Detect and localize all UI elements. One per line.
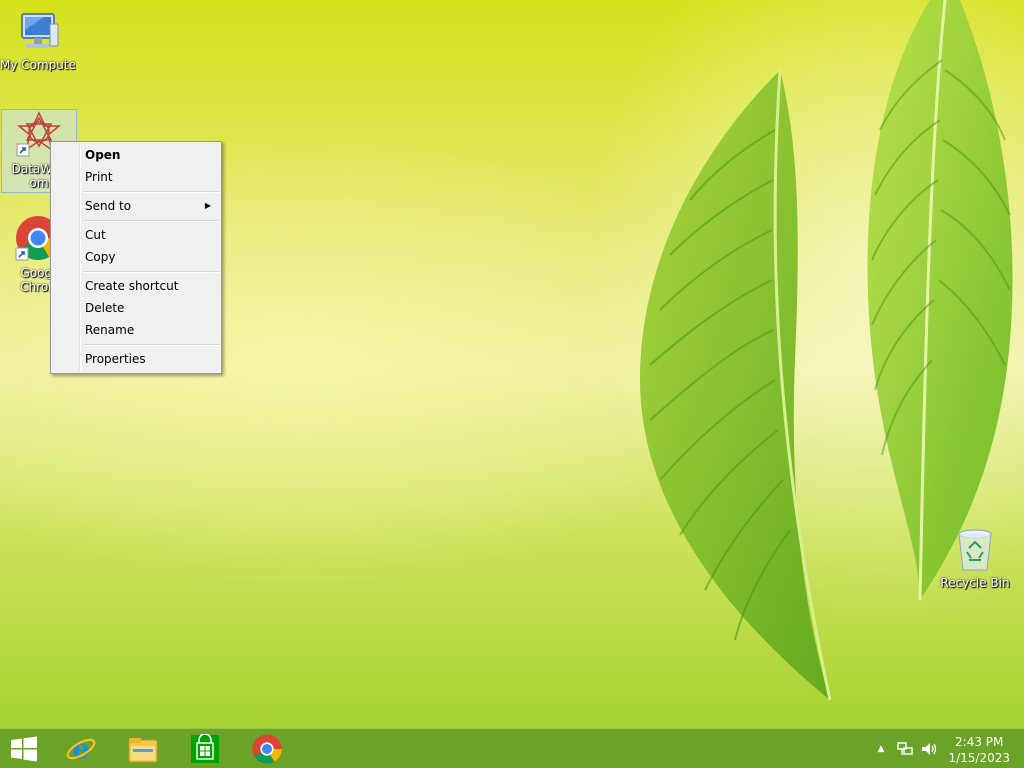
taskbar-clock[interactable]: 2:43 PM 1/15/2023 — [948, 734, 1010, 766]
menu-item-delete[interactable]: Delete — [51, 297, 221, 319]
chrome-icon — [252, 734, 282, 764]
clock-time: 2:43 PM — [955, 735, 1004, 749]
start-icon — [11, 736, 37, 762]
system-tray: ▲ — [874, 729, 938, 768]
desktop-icon-my-computer[interactable]: My Computer — [0, 8, 76, 72]
volume-icon[interactable] — [920, 741, 938, 757]
taskbar: e ▲ 2:43 PM 1/15/2023 — [0, 728, 1024, 768]
file-explorer-icon — [128, 738, 158, 763]
menu-item-create-shortcut[interactable]: Create shortcut — [51, 275, 221, 297]
menu-separator — [51, 268, 221, 275]
menu-item-label: Send to — [85, 199, 132, 213]
taskbar-file-explorer[interactable] — [113, 729, 173, 768]
submenu-arrow-icon: ▶ — [204, 201, 211, 210]
menu-separator — [51, 341, 221, 348]
svg-text:e: e — [72, 733, 90, 765]
context-menu: Open Print Send to ▶ Cut Copy Create sho… — [50, 141, 222, 374]
computer-icon — [21, 13, 59, 48]
menu-item-copy[interactable]: Copy — [51, 246, 221, 268]
desktop[interactable]: My Computer DataWag om Googl Chron Recyc… — [0, 0, 1024, 728]
menu-item-send-to[interactable]: Send to ▶ — [51, 195, 221, 217]
desktop-icon-label: Recycle Bin — [940, 576, 1010, 590]
menu-separator — [51, 217, 221, 224]
internet-explorer-icon: e — [66, 733, 96, 765]
network-icon[interactable] — [896, 741, 914, 757]
clock-date: 1/15/2023 — [948, 751, 1010, 765]
taskbar-chrome[interactable] — [237, 729, 297, 768]
desktop-icon-recycle-bin[interactable]: Recycle Bin — [937, 526, 1013, 590]
taskbar-store[interactable] — [175, 729, 235, 768]
menu-item-rename[interactable]: Rename — [51, 319, 221, 341]
store-icon — [191, 734, 219, 763]
menu-item-open[interactable]: Open — [51, 144, 221, 166]
menu-item-properties[interactable]: Properties — [51, 348, 221, 370]
menu-item-print[interactable]: Print — [51, 166, 221, 188]
recycle-bin-icon — [958, 529, 992, 571]
taskbar-internet-explorer[interactable]: e — [51, 729, 111, 768]
start-button[interactable] — [0, 729, 48, 768]
menu-item-cut[interactable]: Cut — [51, 224, 221, 246]
show-hidden-icons-icon[interactable]: ▲ — [874, 744, 888, 754]
menu-separator — [51, 188, 221, 195]
desktop-icon-label: My Computer — [0, 58, 76, 72]
